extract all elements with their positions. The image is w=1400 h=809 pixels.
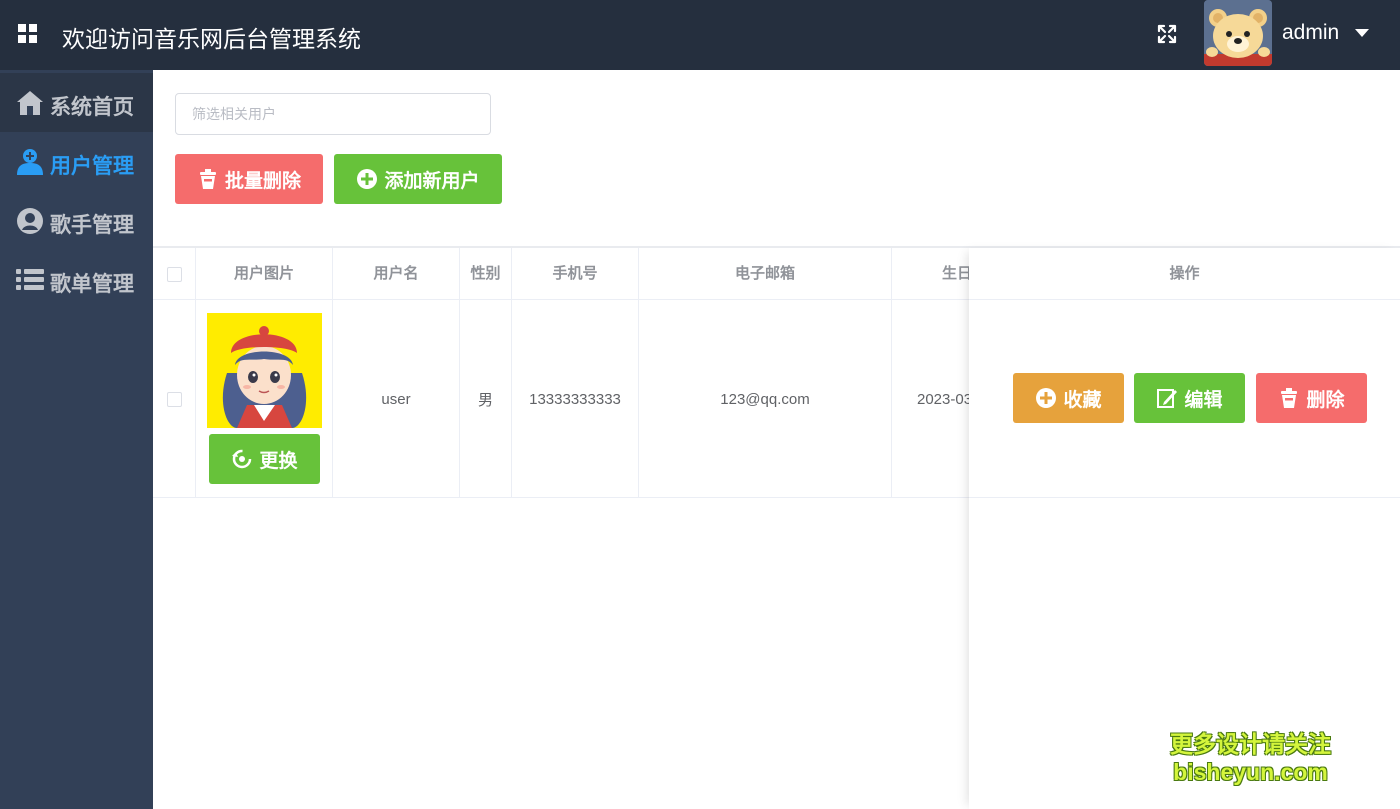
edit-label: 编辑	[1184, 389, 1223, 411]
sidebar-item-label: 歌单管理	[50, 273, 134, 296]
select-all-checkbox[interactable]	[166, 266, 182, 282]
add-user-button[interactable]: 添加新用户	[334, 154, 502, 204]
row-select-cell	[153, 300, 196, 498]
phone-cell: 13333333333	[512, 300, 639, 498]
column-header: 性别	[460, 248, 512, 300]
column-header: 电子邮箱	[639, 248, 892, 300]
select-all-cell	[153, 248, 196, 300]
favorite-icon	[1036, 388, 1057, 408]
user-avatar	[207, 313, 322, 428]
sidebar-item-label: 系统首页	[50, 96, 134, 119]
admin-username[interactable]: admin	[1282, 21, 1339, 45]
trash-icon	[199, 169, 216, 189]
user-icon	[17, 149, 43, 175]
sidebar-item-label: 用户管理	[50, 155, 134, 178]
trash-icon	[1281, 388, 1298, 408]
list-icon	[16, 269, 44, 290]
username-cell: user	[333, 300, 460, 498]
actions-column: 操作 收藏 编辑 删除	[969, 248, 1400, 809]
chevron-down-icon[interactable]	[1355, 29, 1369, 37]
actions-cell: 收藏 编辑 删除	[969, 300, 1400, 498]
email-cell: 123@qq.com	[639, 300, 892, 498]
batch-delete-label: 批量删除	[224, 170, 301, 192]
column-header: 手机号	[512, 248, 639, 300]
sidebar-item-home[interactable]: 系统首页	[0, 73, 153, 132]
menu-grid-icon[interactable]	[18, 24, 38, 44]
row-checkbox[interactable]	[166, 391, 182, 407]
change-label: 更换	[259, 450, 298, 472]
toolbar: 批量删除 添加新用户	[153, 70, 1400, 248]
sidebar-item-users[interactable]: 用户管理	[0, 132, 153, 191]
column-header: 操作	[969, 248, 1400, 300]
sidebar: 系统首页 用户管理 歌手管理 歌单管理	[0, 70, 153, 809]
edit-icon	[1157, 389, 1178, 408]
top-header: 欢迎访问音乐网后台管理系统 admin	[0, 0, 1400, 70]
watermark-line: bisheyun.com	[1173, 759, 1328, 785]
singer-icon	[17, 208, 43, 234]
favorite-button[interactable]: 收藏	[1013, 373, 1124, 423]
edit-button[interactable]: 编辑	[1134, 373, 1245, 423]
fullscreen-icon[interactable]	[1155, 22, 1179, 46]
sidebar-item-singers[interactable]: 歌手管理	[0, 191, 153, 250]
app-title: 欢迎访问音乐网后台管理系统	[62, 26, 361, 52]
user-pic-cell: 更换	[196, 300, 333, 498]
admin-avatar[interactable]	[1204, 0, 1272, 66]
column-header: 用户图片	[196, 248, 333, 300]
sidebar-item-label: 歌手管理	[50, 214, 134, 237]
main-content: 批量删除 添加新用户 用户图片 用户名 性别 手机号 电子邮箱 生日	[153, 70, 1400, 809]
favorite-label: 收藏	[1063, 389, 1102, 411]
search-input[interactable]	[175, 93, 491, 135]
watermark: 更多设计请关注 bisheyun.com	[1170, 730, 1331, 786]
sidebar-item-playlists[interactable]: 歌单管理	[0, 250, 153, 309]
delete-label: 删除	[1306, 389, 1345, 411]
column-header: 用户名	[333, 248, 460, 300]
change-avatar-button[interactable]: 更换	[209, 434, 320, 484]
delete-button[interactable]: 删除	[1256, 373, 1367, 423]
add-user-label: 添加新用户	[384, 170, 480, 192]
add-circle-icon	[357, 169, 378, 189]
watermark-line: 更多设计请关注	[1170, 731, 1331, 757]
refresh-icon	[232, 449, 252, 469]
home-icon	[17, 91, 43, 115]
batch-delete-button[interactable]: 批量删除	[175, 154, 323, 204]
gender-cell: 男	[460, 300, 512, 498]
